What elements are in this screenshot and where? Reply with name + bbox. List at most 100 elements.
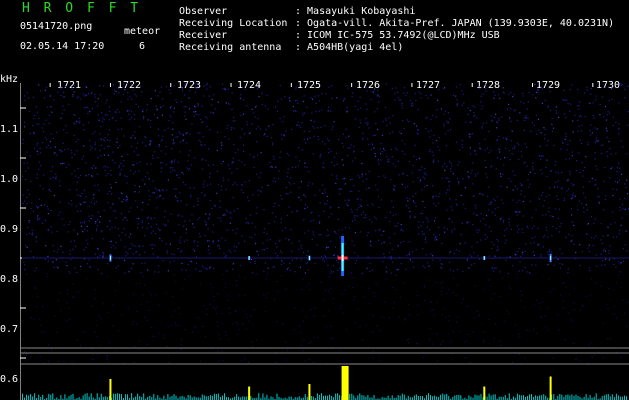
- noise-dot: [395, 274, 397, 276]
- noise-dot: [68, 271, 70, 273]
- noise-dot: [129, 96, 131, 98]
- noise-dot: [182, 133, 184, 135]
- noise-dot: [621, 173, 623, 175]
- noise-dot: [402, 120, 404, 122]
- noise-dot: [456, 321, 457, 323]
- noise-dot: [442, 281, 444, 283]
- noise-dot: [169, 167, 172, 169]
- noise-dot: [337, 255, 339, 257]
- noise-dot: [417, 133, 419, 135]
- noise-dot: [537, 118, 539, 120]
- noise-dot: [139, 254, 141, 256]
- noise-dot: [116, 109, 118, 111]
- noise-dot: [366, 267, 368, 269]
- noise-dot: [225, 188, 227, 190]
- noise-dot: [533, 254, 535, 256]
- noise-dot: [297, 121, 299, 123]
- noise-dot: [207, 228, 209, 230]
- noise-dot: [100, 154, 102, 157]
- noise-dot: [140, 348, 142, 350]
- noise-dot: [354, 262, 356, 265]
- noise-dot: [439, 149, 441, 151]
- noise-dot: [36, 219, 38, 221]
- noise-dot: [279, 156, 281, 158]
- baseline-bar: [539, 395, 541, 400]
- noise-dot: [266, 233, 268, 235]
- noise-dot: [38, 198, 41, 200]
- noise-dot: [153, 113, 155, 116]
- baseline-bar: [250, 395, 252, 400]
- noise-dot: [461, 222, 463, 224]
- noise-dot: [181, 215, 183, 217]
- noise-dot: [496, 157, 498, 159]
- noise-dot: [233, 127, 235, 129]
- noise-dot: [197, 241, 199, 243]
- noise-dot: [573, 287, 575, 289]
- noise-dot: [455, 203, 457, 205]
- noise-dot: [50, 133, 52, 135]
- noise-dot: [588, 267, 590, 269]
- noise-dot: [374, 88, 376, 90]
- noise-dot: [194, 92, 196, 94]
- noise-dot: [376, 95, 378, 97]
- noise-dot: [209, 129, 211, 131]
- noise-dot: [243, 357, 245, 359]
- noise-dot: [62, 251, 64, 254]
- noise-dot: [482, 341, 484, 343]
- noise-dot: [621, 217, 623, 219]
- noise-dot: [358, 206, 360, 209]
- noise-dot: [213, 295, 214, 297]
- noise-dot: [328, 290, 330, 292]
- noise-dot: [571, 235, 573, 237]
- noise-dot: [473, 194, 475, 196]
- noise-dot: [341, 229, 343, 231]
- noise-dot: [319, 154, 321, 157]
- noise-dot: [141, 209, 143, 211]
- baseline-bar: [60, 395, 62, 400]
- noise-dot: [453, 228, 456, 230]
- noise-dot: [244, 277, 246, 279]
- noise-dot: [421, 212, 424, 214]
- noise-dot: [312, 219, 314, 221]
- noise-dot: [26, 234, 28, 236]
- noise-dot: [548, 194, 550, 196]
- noise-dot: [555, 171, 557, 173]
- noise-dot: [358, 126, 360, 129]
- noise-dot: [538, 129, 540, 131]
- noise-dot: [151, 155, 154, 157]
- noise-dot: [603, 83, 605, 85]
- noise-dot: [203, 267, 205, 269]
- noise-dot: [541, 88, 543, 90]
- noise-dot: [475, 207, 477, 209]
- noise-dot: [59, 201, 61, 203]
- noise-dot: [280, 218, 282, 220]
- noise-dot: [165, 243, 167, 245]
- noise-dot: [194, 240, 196, 242]
- noise-dot: [427, 87, 430, 89]
- noise-dot: [521, 228, 523, 230]
- baseline-bar: [137, 393, 139, 400]
- noise-dot: [514, 253, 516, 255]
- noise-dot: [496, 239, 498, 241]
- noise-dot: [399, 131, 401, 133]
- noise-dot: [54, 315, 56, 317]
- noise-dot: [378, 163, 380, 165]
- noise-dot: [540, 132, 542, 134]
- noise-dot: [565, 133, 567, 135]
- noise-dot: [398, 99, 400, 101]
- noise-dot: [604, 106, 607, 108]
- noise-dot: [89, 140, 91, 142]
- noise-dot: [445, 177, 447, 179]
- noise-dot: [180, 200, 182, 202]
- noise-dot: [543, 199, 545, 201]
- noise-dot: [382, 260, 384, 263]
- noise-dot: [138, 126, 141, 128]
- noise-dot: [180, 86, 182, 88]
- noise-dot: [255, 212, 257, 214]
- noise-dot: [437, 99, 439, 101]
- noise-dot: [53, 250, 55, 252]
- noise-dot: [472, 195, 474, 198]
- noise-dot: [523, 129, 525, 131]
- noise-dot: [576, 160, 578, 162]
- noise-dot: [143, 116, 145, 118]
